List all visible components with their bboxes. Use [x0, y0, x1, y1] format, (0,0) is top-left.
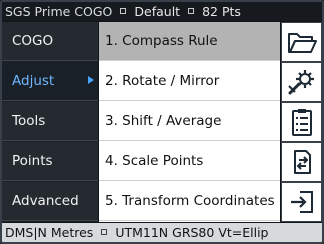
submenu-item-rotate-mirror[interactable]: 2. Rotate / Mirror — [99, 62, 280, 101]
exit-icon — [290, 191, 313, 213]
folder-icon — [287, 33, 317, 53]
separator-square-icon — [120, 7, 127, 14]
menu-item-label: Adjust — [12, 73, 55, 89]
submenu-item-label: 3. Shift / Average — [105, 113, 222, 129]
exchange-document-icon — [293, 150, 311, 174]
arrow-right-icon — [88, 76, 94, 84]
menu-item-tools[interactable]: Tools — [2, 102, 98, 141]
submenu-item-label: 1. Compass Rule — [105, 33, 218, 49]
submenu-item-label: 5. Transform Coordinates — [105, 193, 275, 209]
submenu-item-compass-rule[interactable]: 1. Compass Rule — [99, 22, 280, 61]
submenu-item-shift-average[interactable]: 3. Shift / Average — [99, 102, 280, 141]
open-file-button[interactable] — [282, 23, 321, 61]
menu-item-advanced[interactable]: Advanced — [2, 182, 98, 221]
menu-item-label: Advanced — [12, 193, 79, 209]
tasks-button[interactable] — [282, 103, 321, 141]
menu-item-label: COGO — [12, 33, 54, 49]
menu-item-label: Points — [12, 153, 53, 169]
submenu-list: 1. Compass Rule 2. Rotate / Mirror 3. Sh… — [99, 22, 280, 222]
profile-name: Default — [134, 4, 181, 19]
settings-tools-icon — [287, 70, 314, 95]
bottom-status-bar: DMS|N Metres UTM11N GRS80 Vt=Ellip — [2, 223, 322, 242]
menu-item-adjust[interactable]: Adjust — [2, 62, 98, 101]
settings-button[interactable] — [282, 63, 321, 101]
menu-item-label: Tools — [12, 113, 46, 129]
menu-item-cogo[interactable]: COGO — [2, 22, 98, 61]
left-menu: COGO Adjust Tools Points Advanced — [2, 22, 98, 222]
submenu-item-label: 4. Scale Points — [105, 153, 204, 169]
point-count: 82 Pts — [202, 4, 241, 19]
separator-square-icon — [101, 228, 108, 235]
app-title: SGS Prime COGO — [5, 4, 113, 19]
device-screen: SGS Prime COGO Default 82 Pts COGO Adjus… — [0, 0, 324, 244]
submenu-item-scale-points[interactable]: 4. Scale Points — [99, 142, 280, 181]
exit-button[interactable] — [282, 183, 321, 221]
icon-toolbar — [281, 22, 322, 222]
transfer-button[interactable] — [282, 143, 321, 181]
clipboard-checklist-icon — [291, 109, 312, 136]
units-indicator: DMS|N Metres — [5, 225, 94, 240]
separator-square-icon — [188, 7, 195, 14]
submenu-item-label: 2. Rotate / Mirror — [105, 73, 220, 89]
top-status-bar: SGS Prime COGO Default 82 Pts — [2, 2, 322, 21]
menu-item-points[interactable]: Points — [2, 142, 98, 181]
submenu-item-transform-coordinates[interactable]: 5. Transform Coordinates — [99, 182, 280, 221]
projection-indicator: UTM11N GRS80 Vt=Ellip — [115, 225, 269, 240]
